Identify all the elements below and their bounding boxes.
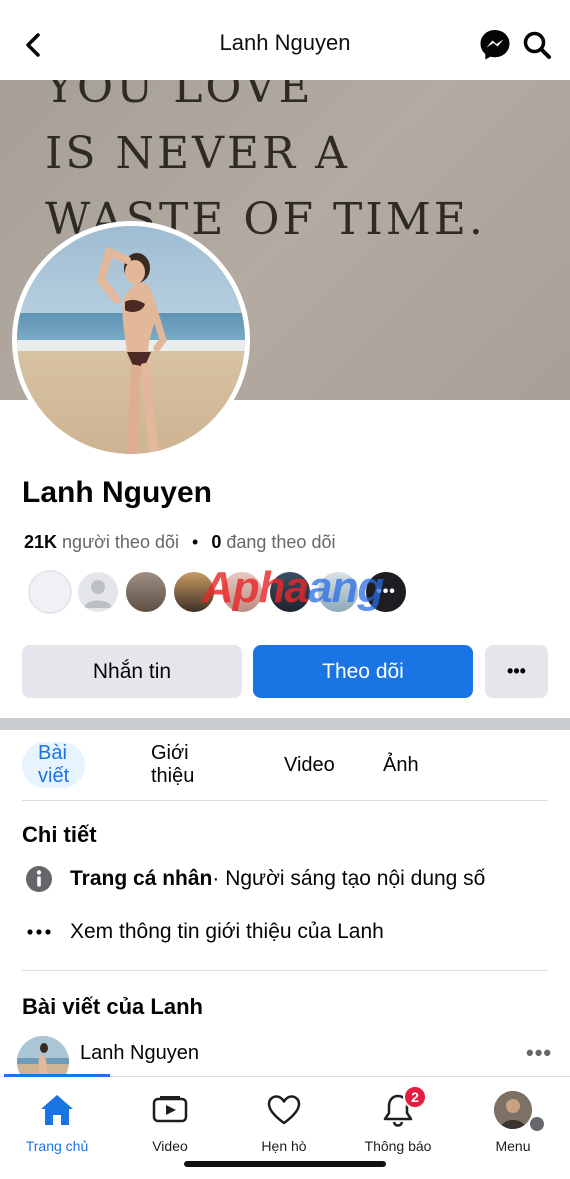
avatar [494,1091,532,1129]
watermark-text: Apha [202,563,309,612]
nav-home[interactable]: Trang chủ [2,1085,112,1155]
nav-label: Trang chủ [25,1138,89,1154]
menu-lines-icon [528,1115,546,1133]
nav-label: Menu [495,1138,531,1154]
home-indicator [184,1161,386,1167]
info-icon [24,864,54,894]
person-figure [96,246,167,454]
post-options-button[interactable]: ••• [526,1040,552,1066]
profile-avatar[interactable] [12,221,250,459]
page-category: · Người sáng tạo nội dung số [212,867,486,890]
followers-label[interactable]: người theo dõi [62,532,179,552]
nav-dating[interactable]: Hẹn hò [229,1085,339,1155]
section-divider [0,718,570,730]
following-label[interactable]: đang theo dõi [226,532,335,552]
details-title: Chi tiết [22,822,97,847]
top-bar: Lanh Nguyen [0,0,570,80]
nav-label: Thông báo [364,1138,432,1154]
more-actions-button[interactable]: ••• [485,645,548,698]
more-dots-icon [24,917,54,947]
active-tab-indicator [4,1074,110,1077]
heart-icon [265,1091,303,1129]
messenger-button[interactable] [478,28,512,62]
nav-notifications[interactable]: 2 Thông báo [343,1085,453,1155]
search-button[interactable] [522,30,552,60]
divider [22,970,548,971]
watermark-logo: Aphaang [202,563,384,613]
nav-menu[interactable]: Menu [458,1085,568,1155]
tab-about[interactable]: Giới thiệu [151,742,194,788]
see-about-link[interactable]: Xem thông tin giới thiệu của Lanh [70,920,384,944]
post-author-name[interactable]: Lanh Nguyen [80,1042,199,1065]
tab-posts[interactable]: Bài viết [22,742,86,788]
watermark-text: ang [308,563,384,612]
nav-label: Video [152,1138,188,1154]
see-about-row[interactable]: Xem thông tin giới thiệu của Lanh [24,917,384,947]
follow-stats: 21K người theo dõi • 0 đang theo dõi [24,532,335,553]
divider [22,800,548,801]
page-type-row: Trang cá nhân · Người sáng tạo nội dung … [24,864,485,894]
cover-text-line: YOU LOVE [45,80,314,113]
profile-name: Lanh Nguyen [22,476,213,509]
separator-dot: • [192,532,199,552]
followers-count[interactable]: 21K [24,532,57,552]
follow-button[interactable]: Theo dõi [253,645,473,698]
tab-photos[interactable]: Ảnh [383,742,419,788]
notification-badge: 2 [403,1085,427,1109]
cover-text-line: IS NEVER A [45,128,350,179]
page-type-label: Trang cá nhân [70,867,213,890]
profile-picture [17,226,245,454]
follower-avatar[interactable] [124,570,168,614]
home-icon [38,1091,76,1129]
nav-video[interactable]: Video [115,1085,225,1155]
search-icon [523,31,551,59]
follower-avatar[interactable] [28,570,72,614]
messenger-icon [480,30,510,60]
menu-avatar [494,1091,532,1129]
follower-avatar[interactable] [76,570,120,614]
message-button[interactable]: Nhắn tin [22,645,242,698]
tab-video[interactable]: Video [284,742,335,788]
nav-label: Hẹn hò [261,1138,307,1154]
following-count[interactable]: 0 [211,532,221,552]
default-user-icon [84,580,112,608]
video-icon [151,1091,189,1129]
posts-title: Bài viết của Lanh [22,994,203,1019]
